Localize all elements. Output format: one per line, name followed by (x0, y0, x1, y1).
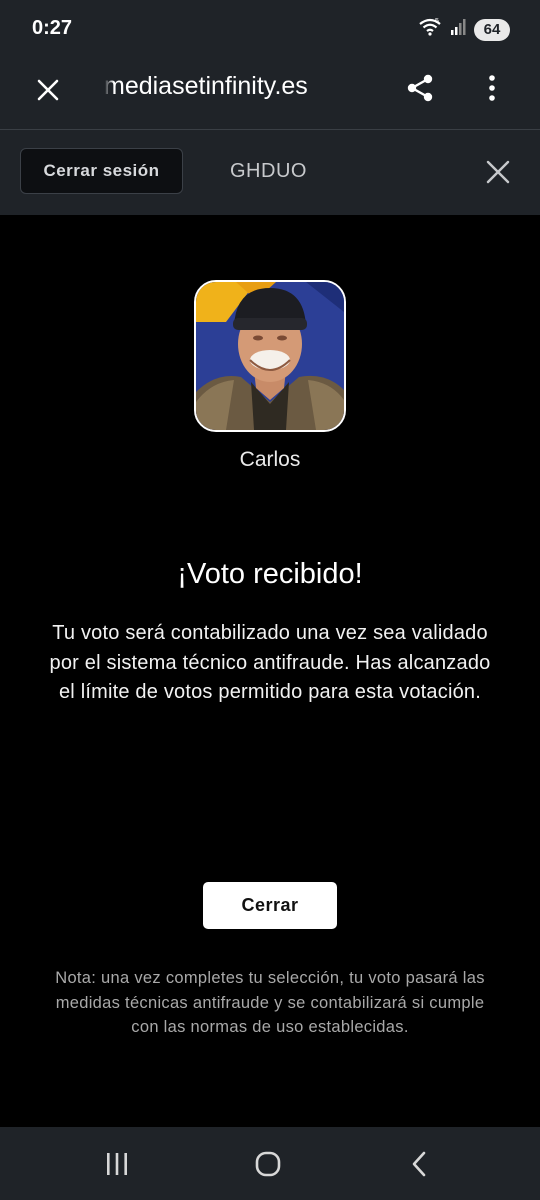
svg-text:5: 5 (435, 18, 439, 25)
url-display[interactable]: mediasetinfinity.es (104, 72, 374, 101)
wifi-icon: 5 (418, 17, 442, 42)
status-icons: 5 64 (418, 17, 510, 42)
status-time: 0:27 (32, 17, 73, 39)
vote-confirmation-message: Tu voto será contabilizado una vez sea v… (49, 622, 491, 703)
status-bar: 0:27 5 64 (0, 0, 540, 58)
signal-icon (450, 18, 466, 41)
close-icon[interactable] (478, 152, 518, 192)
logout-button[interactable]: Cerrar sesión (20, 148, 183, 194)
user-name: GHDUO (230, 160, 307, 182)
home-icon[interactable] (248, 1144, 288, 1184)
close-icon[interactable] (28, 70, 68, 110)
screen: 0:27 5 64 mediasetinfinity.es Cerrar ses… (0, 0, 540, 1200)
contestant-name: Carlos (239, 448, 301, 471)
more-vert-icon[interactable] (472, 68, 512, 108)
back-icon[interactable] (400, 1144, 440, 1184)
navigation-bar (0, 1127, 540, 1200)
battery-indicator: 64 (474, 18, 510, 41)
antifraud-note: Nota: una vez completes tu selección, tu… (55, 969, 485, 1036)
share-icon[interactable] (400, 68, 440, 108)
browser-toolbar: mediasetinfinity.es (0, 58, 540, 130)
contestant-avatar (194, 280, 346, 432)
recent-apps-icon[interactable] (97, 1144, 137, 1184)
site-header: Cerrar sesión GHDUO (0, 130, 540, 215)
vote-confirmation-title: ¡Voto recibido! (177, 558, 363, 590)
close-button[interactable]: Cerrar (203, 882, 337, 929)
